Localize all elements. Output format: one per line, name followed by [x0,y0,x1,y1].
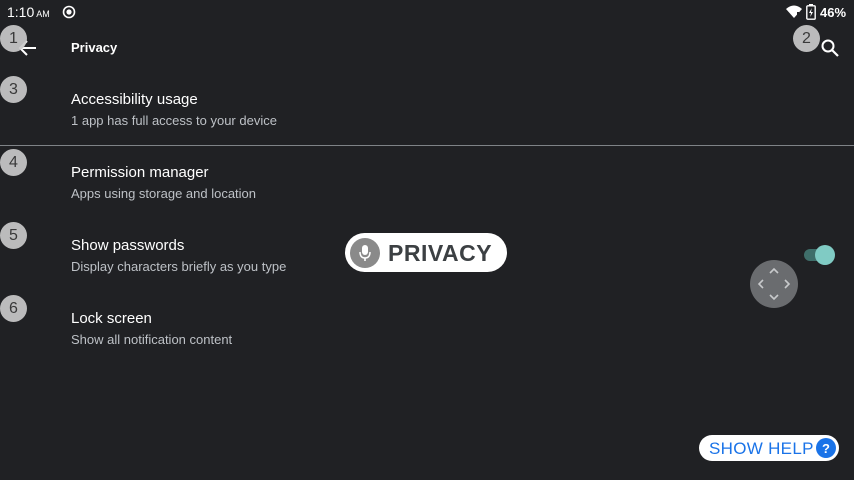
battery-charging-icon [806,4,816,20]
number-badge: 3 [0,76,27,103]
help-icon: ? [816,438,836,458]
number-badge: 6 [0,295,27,322]
show-help-label: SHOW HELP [709,439,814,458]
voice-command-pill: PRIVACY [345,233,507,272]
screen: 1:10 AM 46% Privacy Accessibility usage … [0,0,854,480]
wifi-icon [786,5,802,18]
setting-lock-screen[interactable]: Lock screen Show all notification conten… [0,293,854,365]
battery-percent: 46% [820,5,847,20]
setting-accessibility-usage[interactable]: Accessibility usage 1 app has full acces… [0,74,854,146]
toggle-thumb [815,245,835,265]
dpad-icon[interactable] [750,260,798,308]
status-bar: 1:10 AM 46% [0,0,854,24]
voice-command-text: PRIVACY [388,240,493,266]
dpad-arrows [757,267,791,301]
number-badge: 5 [0,222,27,249]
show-passwords-toggle[interactable] [803,245,835,265]
show-help-button[interactable]: SHOW HELP ? [699,435,839,461]
setting-title: Permission manager [71,164,209,181]
status-time: 1:10 [7,4,35,20]
status-ampm: AM [36,9,50,19]
setting-summary: Display characters briefly as you type [71,259,287,274]
mic-icon [350,238,380,268]
number-badge: 2 [793,25,820,52]
setting-title: Show passwords [71,237,185,254]
page-title: Privacy [71,40,118,55]
setting-title: Accessibility usage [71,91,198,108]
setting-summary: 1 app has full access to your device [71,113,277,128]
search-icon [821,39,839,57]
status-clock: 1:10 AM [7,4,50,20]
setting-permission-manager[interactable]: Permission manager Apps using storage an… [0,147,854,219]
setting-summary: Show all notification content [71,332,233,347]
number-badge: 1 [0,25,27,52]
number-badge: 4 [0,149,27,176]
divider [0,145,854,146]
setting-title: Lock screen [71,310,152,327]
setting-summary: Apps using storage and location [71,186,257,201]
sync-icon [62,5,76,19]
